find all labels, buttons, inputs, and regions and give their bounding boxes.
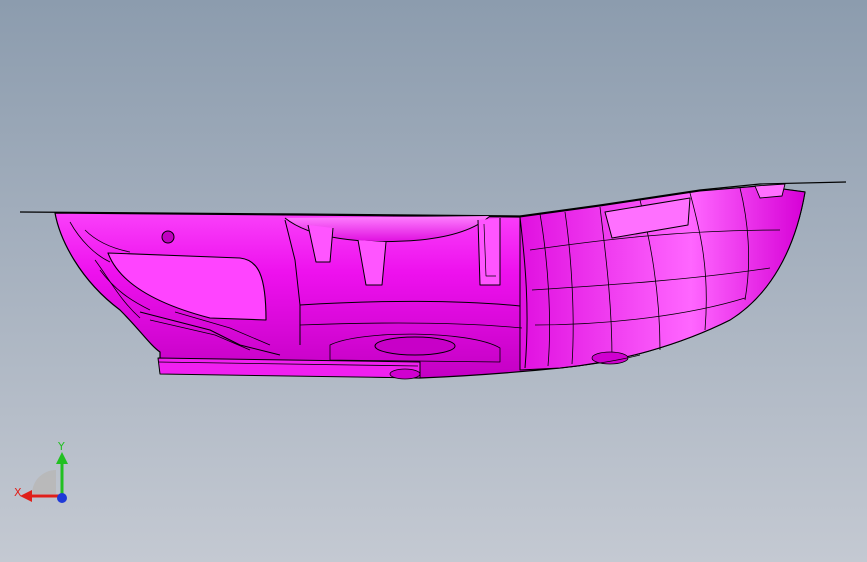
axis-triad[interactable]: Y X (12, 440, 76, 510)
drain-recess (374, 336, 456, 356)
foot-right (591, 351, 629, 365)
triad-quadrant (32, 470, 56, 494)
rib-3 (477, 218, 501, 286)
bottom-rail (157, 357, 421, 379)
3d-viewport[interactable]: Y X (0, 0, 867, 562)
bottom-boss (389, 368, 421, 380)
x-axis-label: X (14, 486, 22, 499)
model-canvas[interactable] (0, 0, 867, 562)
z-axis-dot (57, 493, 67, 503)
mounting-hole (161, 230, 175, 244)
y-arrowhead (56, 452, 68, 464)
y-axis-label: Y (57, 440, 65, 453)
x-arrowhead (20, 490, 32, 502)
corner-tab (754, 183, 786, 199)
